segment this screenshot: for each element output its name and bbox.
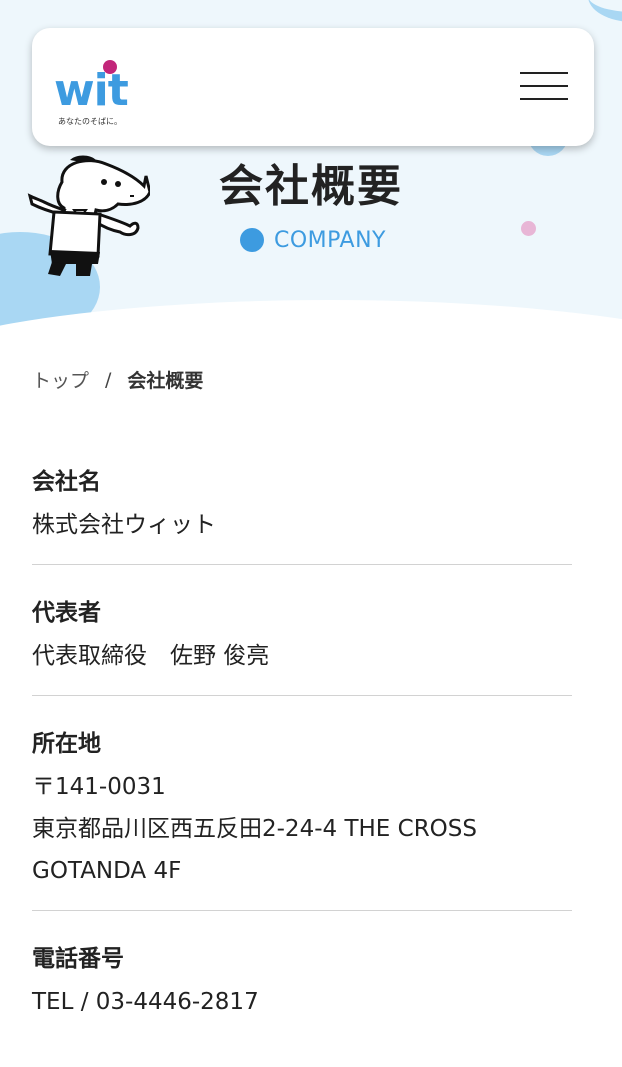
page-subtitle: COMPANY — [240, 226, 386, 254]
info-label: 代表者 — [32, 600, 101, 626]
info-row-address: 所在地 〒141-0031 東京都品川区西五反田2-24-4 THE CROSS… — [32, 722, 572, 911]
address-line: GOTANDA 4F — [32, 858, 182, 884]
phone-number[interactable]: TEL / 03-4446-2817 — [32, 981, 572, 1023]
breadcrumb-home-link[interactable]: トップ — [32, 366, 89, 393]
logo-tagline: あなたのそばに。 — [58, 117, 122, 126]
info-value: 代表取締役 佐野 俊亮 — [32, 643, 270, 669]
menu-line — [520, 98, 568, 100]
info-value: 〒141-0031 東京都品川区西五反田2-24-4 THE CROSS GOT… — [32, 766, 572, 892]
postal-code: 〒141-0031 — [32, 774, 166, 800]
company-info-list: 会社名 株式会社ウィット 代表者 代表取締役 佐野 俊亮 所在地 〒141-00… — [32, 460, 572, 1067]
info-label: 会社名 — [32, 469, 101, 495]
breadcrumb-current: 会社概要 — [127, 370, 204, 392]
site-header: wit あなたのそばに。 — [32, 28, 594, 146]
info-label: 電話番号 — [32, 946, 124, 972]
info-row-representative: 代表者 代表取締役 佐野 俊亮 — [32, 591, 572, 696]
breadcrumb-separator: / — [105, 368, 112, 391]
info-row-phone: 電話番号 TEL / 03-4446-2817 — [32, 937, 572, 1041]
hamburger-menu-icon[interactable] — [518, 68, 570, 104]
logo-wordmark: wit — [54, 65, 129, 116]
breadcrumb: トップ / 会社概要 — [32, 366, 203, 393]
wit-logo[interactable]: wit あなたのそばに。 — [54, 60, 164, 130]
logo-dot-icon — [103, 60, 117, 74]
decorative-ring — [588, 0, 622, 22]
info-row-company-name: 会社名 株式会社ウィット — [32, 460, 572, 565]
address-line: 東京都品川区西五反田2-24-4 THE CROSS — [32, 816, 477, 842]
menu-line — [520, 85, 568, 87]
info-label: 所在地 — [32, 731, 101, 757]
menu-line — [520, 72, 568, 74]
info-value: 株式会社ウィット — [32, 512, 216, 538]
page-subtitle-text: COMPANY — [274, 227, 386, 253]
decorative-dot — [521, 221, 536, 236]
page-title: 会社概要 — [219, 161, 403, 212]
circle-bullet-icon — [240, 228, 264, 252]
